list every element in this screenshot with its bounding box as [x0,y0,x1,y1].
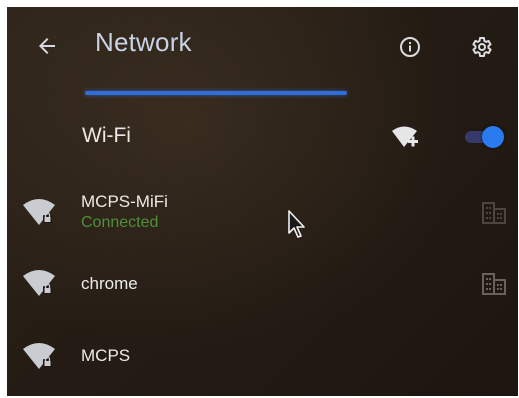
header: Network [7,7,518,87]
info-icon [400,37,420,57]
wifi-label: Wi-Fi [82,124,131,147]
settings-button[interactable] [468,34,494,60]
back-button[interactable] [30,29,64,63]
mouse-pointer-icon [288,210,305,238]
network-item-mcps[interactable]: MCPS [7,329,518,385]
enterprise-building-icon[interactable] [481,201,507,225]
network-status: Connected [81,214,159,231]
network-item-mcps-mifi[interactable]: MCPS-MiFi Connected [7,185,518,241]
add-network-button[interactable] [390,125,420,151]
wifi-secure-icon [23,199,55,225]
wifi-secure-icon [23,270,55,296]
network-item-chrome[interactable]: chrome [7,257,518,313]
network-settings-panel: Network Wi-Fi MCPS-MiFi Connected chrome… [7,7,518,396]
info-button[interactable] [397,34,423,60]
page-title: Network [95,27,192,57]
network-name: chrome [81,274,138,293]
arrow-left-icon [39,38,55,54]
wifi-toggle[interactable] [462,125,504,149]
gear-icon [472,37,492,57]
wifi-add-icon [392,126,418,147]
scan-progress-fill [85,91,347,95]
wifi-toggle-knob [482,126,504,148]
network-name: MCPS-MiFi [81,192,168,211]
wifi-secure-icon [23,343,55,369]
network-name: MCPS [81,346,131,365]
enterprise-building-icon[interactable] [481,272,507,296]
scan-progress-bar [85,91,347,95]
